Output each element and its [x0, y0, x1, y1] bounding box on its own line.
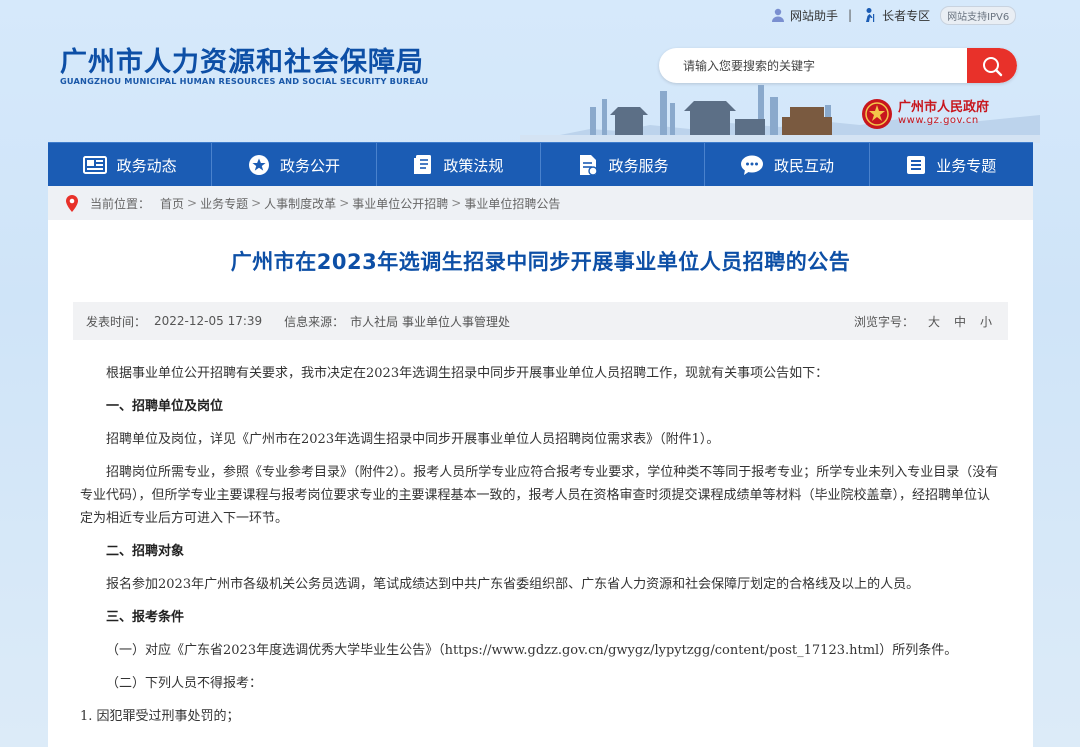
main-nav: 政务动态 政务公开 政策法规 政务服务 政民互动 业务专题 — [48, 142, 1033, 187]
article-panel: 广州市在2023年选调生招录中同步开展事业单位人员招聘的公告 发表时间： 202… — [48, 220, 1033, 747]
article-title: 广州市在2023年选调生招录中同步开展事业单位人员招聘的公告 — [230, 250, 851, 274]
breadcrumb: 当前位置： 首页 > 业务专题 > 人事制度改革 > 事业单位公开招聘 > 事业… — [48, 186, 1033, 220]
breadcrumb-item-announcement[interactable]: 事业单位招聘公告 — [464, 195, 560, 212]
article-meta: 发表时间： 2022-12-05 17:39 信息来源： 市人社局 事业单位人事… — [73, 302, 1008, 340]
font-size-control: 浏览字号： 大 中 小 — [854, 313, 992, 330]
paragraph-conditions-3: 1. 因犯罪受过刑事处罚的； — [80, 709, 240, 724]
nav-label: 政务服务 — [608, 156, 669, 175]
star-icon — [248, 155, 269, 175]
breadcrumb-arrow: > — [339, 196, 350, 210]
font-size-medium-button[interactable]: 中 — [954, 313, 966, 330]
paragraph-positions: 招聘单位及岗位，详见《广州市在2023年选调生招录中同步开展事业单位人员招聘岗位… — [106, 432, 720, 447]
breadcrumb-arrow: > — [187, 196, 198, 210]
paragraph-majors: 招聘岗位所需专业，参照《专业参考目录》（附件2）。报考人员所学专业应符合报考专业… — [80, 465, 999, 526]
elder-zone-label: 长者专区 — [882, 8, 931, 23]
elder-zone-link[interactable]: 长者专区 — [862, 7, 930, 24]
nav-item-topics[interactable]: 业务专题 — [870, 143, 1033, 187]
nav-label: 政策法规 — [443, 156, 504, 175]
source-label: 信息来源： — [284, 314, 345, 329]
person-icon — [772, 8, 784, 22]
nav-label: 政务动态 — [116, 156, 177, 175]
website-assistant-link[interactable]: 网站助手 — [770, 7, 838, 24]
nav-item-interaction[interactable]: 政民互动 — [705, 143, 870, 187]
paragraph-conditions-1: （一）对应《广东省2023年度选调优秀大学毕业生公告》（https://www.… — [106, 643, 958, 658]
publish-time: 2022-12-05 17:39 — [154, 314, 263, 328]
nav-label: 业务专题 — [936, 156, 997, 175]
list-icon — [907, 156, 926, 174]
breadcrumb-prefix: 当前位置： — [90, 196, 151, 211]
ipv6-badge: 网站支持IPV6 — [940, 5, 1017, 25]
top-links: 网站助手 | 长者专区 网站支持IPV6 — [770, 5, 1017, 25]
breadcrumb-arrow: > — [251, 196, 262, 210]
breadcrumb-item-home[interactable]: 首页 — [160, 195, 184, 212]
search-button[interactable] — [967, 48, 1017, 83]
national-emblem-icon — [862, 99, 892, 129]
nav-item-open-government[interactable]: 政务公开 — [212, 143, 377, 187]
breadcrumb-arrow: > — [451, 196, 462, 210]
paragraph-targets: 报名参加2023年广州市各级机关公务员选调，笔试成绩达到中共广东省委组织部、广东… — [106, 577, 920, 592]
breadcrumb-item-reform[interactable]: 人事制度改革 — [264, 195, 336, 212]
paragraph-intro: 根据事业单位公开招聘有关要求，我市决定在2023年选调生招录中同步开展事业单位人… — [106, 366, 829, 381]
font-size-small-button[interactable]: 小 — [980, 313, 992, 330]
nav-item-policies[interactable]: 政策法规 — [377, 143, 541, 187]
location-pin-icon — [66, 194, 78, 212]
site-title-cn[interactable]: 广州市人力资源和社会保障局 — [60, 40, 424, 79]
section-heading-2: 二、招聘对象 — [106, 544, 185, 559]
nav-label: 政务公开 — [279, 156, 340, 175]
website-assistant-label: 网站助手 — [790, 8, 839, 23]
article-body: 根据事业单位公开招聘有关要求，我市决定在2023年选调生招录中同步开展事业单位人… — [80, 362, 1000, 728]
breadcrumb-item-topics[interactable]: 业务专题 — [200, 195, 248, 212]
book-icon — [414, 155, 432, 174]
document-icon — [579, 155, 598, 176]
section-heading-3: 三、报考条件 — [106, 610, 185, 625]
font-size-label: 浏览字号： — [853, 314, 914, 329]
nav-item-services[interactable]: 政务服务 — [541, 143, 706, 187]
site-title-en: GUANGZHOU MUNICIPAL HUMAN RESOURCES AND … — [60, 76, 429, 86]
top-links-separator: | — [848, 8, 853, 22]
source-value: 市人社局 事业单位人事管理处 — [350, 314, 510, 329]
gov-url: www.gz.gov.cn — [898, 115, 979, 126]
elder-icon — [866, 8, 875, 22]
gov-text: 广州市人民政府 www.gz.gov.cn — [898, 101, 989, 127]
paragraph-conditions-2: （二）下列人员不得报考： — [106, 676, 263, 691]
search-icon — [983, 56, 1003, 76]
search-input[interactable] — [659, 48, 983, 83]
section-heading-1: 一、招聘单位及岗位 — [106, 399, 224, 414]
nav-label: 政民互动 — [773, 156, 834, 175]
breadcrumb-item-recruitment[interactable]: 事业单位公开招聘 — [352, 195, 448, 212]
news-icon — [82, 156, 107, 174]
gz-government-link[interactable]: 广州市人民政府 www.gz.gov.cn — [860, 97, 989, 131]
publish-label: 发表时间： — [86, 314, 147, 329]
search-box — [659, 48, 1017, 83]
gov-name: 广州市人民政府 — [898, 100, 990, 115]
font-size-large-button[interactable]: 大 — [928, 313, 940, 330]
nav-item-news[interactable]: 政务动态 — [48, 143, 213, 187]
chat-icon — [740, 155, 763, 175]
